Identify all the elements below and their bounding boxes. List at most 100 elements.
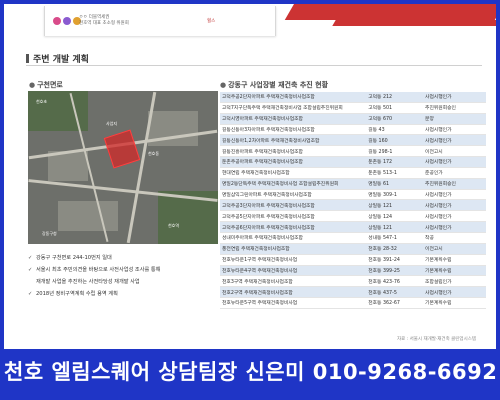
location-cell: 천호동 391-24 (366, 254, 424, 266)
status-cell: 조합설립인가 (423, 275, 486, 288)
project-name-cell: 둔촌주공아파트 주택재건축정비사업조합 (220, 156, 367, 168)
project-name-cell: 고덕7지구단독주택 주택재건축정비사업 조합설립추진위원회 (220, 102, 367, 114)
location-cell: 천호동 437-5 (366, 286, 424, 299)
status-cell: 사업시행인가 (423, 210, 486, 223)
location-cell: 둔촌동 513-1 (366, 167, 424, 179)
table-row: 성내미주아파트 주택재건축정비사업조합 성내동 547-1 착공 (220, 232, 486, 244)
table-row: 고덕주공6단지아파트 주택재건축정비사업조합 상일동 121 사업시행인가 (220, 221, 486, 233)
section-title-text: 주변 개발 계획 (33, 55, 89, 65)
project-name-cell: 천호뉴타운4구역 주택재건축정비사업 (220, 265, 367, 277)
page-frame: ㅇㅇ 더블역세권 천호역 대표 초소형 위원회 힐스 주변 개발 계획 ● 구천면… (0, 0, 500, 400)
location-cell: 길동 43 (366, 124, 424, 136)
status-cell: 사업시행인가 (423, 221, 486, 233)
project-name-cell: 천호2구역 주택재건축정비사업조합 (220, 286, 367, 299)
bullet-item: ✓ 서울시 최초 주민의견을 바탕으로 사전사업성 조사를 통해 (28, 264, 218, 276)
map-label: 천호역 (168, 223, 180, 228)
table-row: 현대연립 주택재건축정비사업조합 둔촌동 513-1 준공인가 (220, 167, 486, 179)
check-icon: ✓ (28, 255, 33, 261)
circle-bullet-icon: ● (220, 81, 227, 89)
location-cell: 고덕동 501 (366, 102, 424, 114)
status-cell: 기본계획수립 (423, 254, 486, 266)
table-row: 고덕주공5단지아파트 주택재건축정비사업조합 상일동 124 사업시행인가 (220, 210, 486, 223)
table-row: 고덕주공3단지아파트 주택재건축정비사업조합 상일동 121 사업시행인가 (220, 199, 486, 212)
map-block (58, 201, 118, 231)
location-cell: 명일동 309-1 (366, 189, 424, 201)
status-cell: 사업시행인가 (423, 189, 486, 201)
map-road (126, 91, 157, 244)
map-heading: ● 구천면로 (29, 80, 63, 90)
status-cell: 사업시행인가 (423, 199, 486, 212)
top-red-stripe (284, 4, 496, 20)
status-cell: 추진위원회승인 (423, 178, 486, 190)
location-cell: 천호동 362-67 (366, 297, 424, 309)
status-cell: 이전고시 (423, 145, 486, 158)
project-name-cell: 고덕주공2단지아파트 주택재건축정비사업조합 (220, 92, 367, 103)
location-cell: 둔촌동 172 (366, 156, 424, 168)
status-cell: 준공인가 (423, 167, 486, 179)
table-row: 고덕시영아파트 주택재건축정비사업조합 고덕동 670 분양 (220, 113, 486, 125)
table-row: 길동신동아3차아파트 주택재건축정비사업조합 길동 43 사업시행인가 (220, 124, 486, 136)
status-cell: 이전고시 (423, 243, 486, 255)
status-cell: 사업시행인가 (423, 156, 486, 168)
project-name-cell: 성내미주아파트 주택재건축정비사업조합 (220, 232, 367, 244)
banner-text: ㅇㅇ 더블역세권 천호역 대표 초소형 위원회 (79, 15, 129, 27)
project-name-cell: 고덕주공3단지아파트 주택재건축정비사업조합 (220, 199, 367, 212)
location-cell: 천호동 399-25 (366, 265, 424, 277)
title-bar-icon (26, 54, 29, 63)
section-divider (26, 65, 482, 66)
site-label: 사업지 (106, 121, 118, 126)
table-row: 명일2동단독주택 주택재건축정비사업 조합설립추진위원회 명일동 61 추진위원회승… (220, 178, 486, 190)
location-cell: 성내동 547-1 (366, 232, 424, 244)
project-name-cell: 고덕주공5단지아파트 주택재건축정비사업조합 (220, 210, 367, 223)
project-name-cell: 고덕주공6단지아파트 주택재건축정비사업조합 (220, 221, 367, 233)
table-row: 천호2구역 주택재건축정비사업조합 천호동 437-5 사업시행인가 (220, 286, 486, 299)
project-name-cell: 길동신동아3차아파트 주택재건축정비사업조합 (220, 124, 367, 136)
map-heading-text: 구천면로 (37, 81, 63, 89)
source-note: 자료 : 서울시 재개발·재건축 클린업시스템 (396, 337, 476, 342)
table-row: 천호뉴타운4구역 주택재건축정비사업 천호동 399-25 기본계획수립 (220, 265, 486, 277)
project-name-cell: 천호3구역 주택재건축정비사업조합 (220, 275, 367, 288)
location-cell: 천호동 423-76 (366, 275, 424, 288)
circle-bullet-icon: ● (29, 81, 36, 89)
status-cell: 사업시행인가 (423, 134, 486, 147)
table-heading-text: 강동구 사업장별 재건축 추진 현황 (228, 81, 329, 89)
status-cell: 기본계획수립 (423, 265, 486, 277)
table-row: 천호뉴타운5구역 주택재건축정비사업 천호동 362-67 기본계획수립 (220, 297, 486, 309)
top-red-stripe-secondary (332, 20, 496, 26)
project-name-cell: 명일삼익그린아파트 주택재건축정비사업조합 (220, 189, 367, 201)
contact-footer-text: 천호 엘림스퀘어 상담팀장 신은미 010-9268-6692 (4, 360, 498, 384)
table-row: 명일삼익그린아파트 주택재건축정비사업조합 명일동 309-1 사업시행인가 (220, 189, 486, 201)
project-name-cell: 천호뉴타운5구역 주택재건축정비사업 (220, 297, 367, 309)
project-name-cell: 길동진흥아파트 주택재건축정비사업조합 (220, 145, 367, 158)
status-cell: 추진위원회승인 (423, 102, 486, 114)
check-icon: ✓ (28, 291, 33, 297)
table-row: 길동진흥아파트 주택재건축정비사업조합 길동 298-1 이전고시 (220, 145, 486, 158)
location-cell: 길동 298-1 (366, 145, 424, 158)
section-title: 주변 개발 계획 (26, 52, 89, 65)
project-name-cell: 천호뉴타운1구역 주택재건축정비사업 (220, 254, 367, 266)
bullet-text: 2018년 정비구역계획 수립 용역 계획 (36, 291, 118, 297)
bullet-item: ✓ 2018년 정비구역계획 수립 용역 계획 (28, 288, 218, 300)
aerial-map: 사업지 천호초 천호동 천호역 강동구청 (28, 91, 218, 244)
banner-badge: 힐스 (207, 19, 216, 24)
location-cell: 상일동 121 (366, 221, 424, 233)
location-cell: 길동 160 (366, 134, 424, 147)
table-row: 천호3구역 주택재건축정비사업조합 천호동 423-76 조합설립인가 (220, 275, 486, 288)
table-row: 고덕7지구단독주택 주택재건축정비사업 조합설립추진위원회 고덕동 501 추진위원… (220, 102, 486, 114)
bullet-item: 재개발 사업을 추진하는 사전타당성 재개발 사업 (28, 276, 218, 288)
project-bullets: ✓ 강동구 구천면로 244-10번지 일대 ✓ 서울시 최초 주민의견을 바탕으로… (28, 252, 218, 300)
status-cell: 사업시행인가 (423, 92, 486, 103)
project-name-cell: 현대연립 주택재건축정비사업조합 (220, 167, 367, 179)
table-row: 천호뉴타운1구역 주택재건축정비사업 천호동 391-24 기본계획수립 (220, 254, 486, 266)
project-name-cell: 명일2동단독주택 주택재건축정비사업 조합설립추진위원회 (220, 178, 367, 190)
site-area (103, 129, 141, 169)
map-label: 강동구청 (42, 231, 57, 236)
bullet-text: 서울시 최초 주민의견을 바탕으로 사전사업성 조사를 통해 (36, 267, 161, 273)
top-banner: ㅇㅇ 더블역세권 천호역 대표 초소형 위원회 힐스 (44, 6, 276, 36)
table-heading: ● 강동구 사업장별 재건축 추진 현황 (220, 80, 328, 90)
location-cell: 천호동 28-32 (366, 243, 424, 255)
location-cell: 명일동 61 (366, 178, 424, 190)
bullet-text: 재개발 사업을 추진하는 사전타당성 재개발 사업 (36, 279, 140, 285)
banner-text-line2: 천호역 대표 초소형 위원회 (79, 21, 129, 26)
status-cell: 분양 (423, 113, 486, 125)
